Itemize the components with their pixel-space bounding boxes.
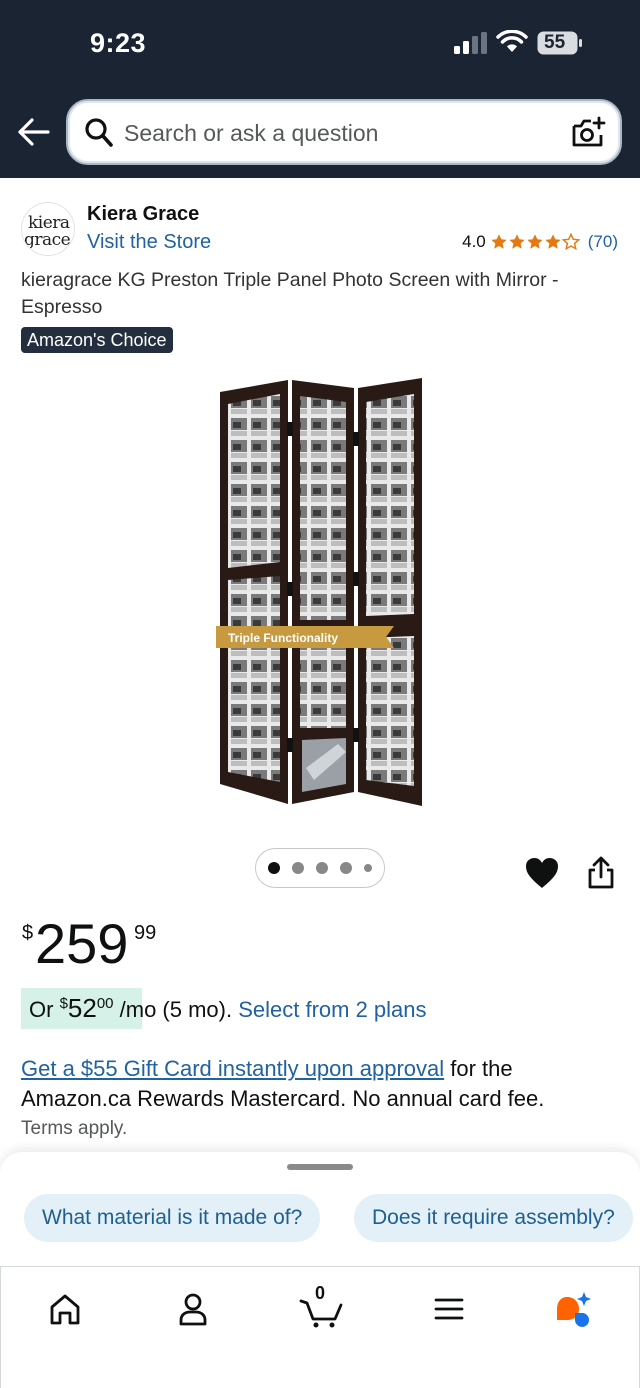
triple-functionality-banner: Triple Functionality	[228, 631, 338, 645]
image-carousel-indicator[interactable]	[255, 848, 385, 888]
installment-currency: $	[59, 995, 68, 1012]
cart-tab[interactable]: 0	[299, 1283, 343, 1329]
gift-card-offer-link[interactable]: Get a $55 Gift Card instantly upon appro…	[21, 1056, 444, 1081]
carousel-dot[interactable]	[364, 864, 372, 872]
account-icon[interactable]	[173, 1289, 213, 1329]
search-bar[interactable]: Search or ask a question	[66, 99, 622, 165]
home-icon[interactable]	[45, 1289, 85, 1329]
terms-text: Terms apply.	[21, 1118, 128, 1139]
status-time: 9:23	[90, 28, 147, 58]
product-title: kieragrace KG Preston Triple Panel Photo…	[21, 269, 559, 318]
star-filled-icon	[491, 234, 507, 249]
top-header: 9:23 55 Search or ask a question	[0, 0, 640, 178]
installment-offer: Or $5200 /mo (5 mo). Select from 2 plans	[29, 993, 427, 1024]
star-filled-icon	[509, 234, 525, 249]
sheet-drag-handle[interactable]	[287, 1164, 353, 1170]
installment-whole: 52	[67, 993, 97, 1023]
carousel-dot[interactable]	[268, 862, 280, 874]
cellular-signal-icon	[454, 32, 487, 54]
rating-summary[interactable]: 4.0 (70)	[462, 232, 618, 252]
card-offer: Get a $55 Gift Card instantly upon appro…	[21, 1054, 621, 1114]
search-icon	[85, 118, 113, 147]
rating-stars	[490, 233, 580, 251]
carousel-dot[interactable]	[340, 862, 352, 874]
battery-level: 55	[544, 32, 566, 53]
price-whole: 259	[35, 912, 129, 975]
brand-logo-line2: grace	[24, 230, 71, 250]
cart-count: 0	[315, 1283, 326, 1303]
amazons-choice-badge[interactable]: Amazon's Choice	[21, 327, 173, 353]
suggestion-chip-material[interactable]: What material is it made of?	[24, 1194, 321, 1242]
select-plans-link[interactable]: Select from 2 plans	[238, 997, 426, 1022]
brand-logo[interactable]: kiera grace	[21, 202, 75, 256]
star-filled-icon	[527, 234, 543, 249]
heart-icon[interactable]	[524, 856, 560, 890]
share-icon[interactable]	[586, 856, 616, 890]
rating-value: 4.0	[462, 232, 486, 251]
price-currency: $	[22, 922, 34, 944]
back-arrow-icon[interactable]	[14, 114, 54, 150]
carousel-dot[interactable]	[292, 862, 304, 874]
star-filled-icon	[545, 234, 561, 249]
installment-prefix: Or	[29, 997, 60, 1022]
menu-icon[interactable]	[429, 1289, 469, 1329]
search-input[interactable]: Search or ask a question	[124, 120, 378, 147]
installment-fraction: 00	[96, 995, 114, 1012]
review-count-link[interactable]: (70)	[588, 232, 618, 252]
suggestion-sheet: What material is it made of? Does it req…	[0, 1152, 640, 1270]
carousel-dot[interactable]	[316, 862, 328, 874]
visit-store-link[interactable]: Visit the Store	[87, 231, 211, 254]
camera-icon[interactable]	[570, 116, 606, 150]
battery-indicator: 55	[537, 31, 583, 55]
star-empty-icon	[561, 233, 580, 251]
suggestion-chip-assembly[interactable]: Does it require assembly?	[354, 1194, 633, 1242]
brand-name[interactable]: Kiera Grace	[87, 203, 199, 226]
rufus-icon[interactable]	[553, 1289, 593, 1329]
bottom-tab-bar: 0	[0, 1266, 640, 1388]
installment-suffix: /mo (5 mo).	[113, 997, 239, 1022]
price-fraction: 99	[134, 922, 157, 944]
product-image[interactable]: Triple Functionality	[210, 372, 430, 812]
wifi-icon	[496, 30, 528, 52]
